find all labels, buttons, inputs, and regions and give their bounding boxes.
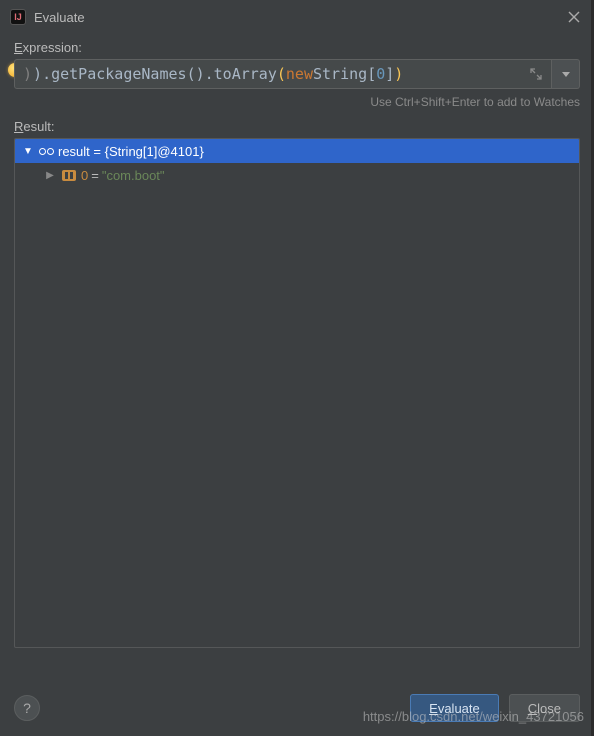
shortcut-hint: Use Ctrl+Shift+Enter to add to Watches bbox=[0, 89, 594, 119]
expand-icon[interactable] bbox=[529, 67, 543, 85]
titlebar: IJ Evaluate bbox=[0, 0, 594, 34]
result-label: Result: bbox=[0, 119, 594, 138]
help-button[interactable]: ? bbox=[14, 695, 40, 721]
chevron-down-icon bbox=[562, 72, 570, 77]
close-button[interactable]: Close bbox=[509, 694, 580, 722]
result-child-node[interactable]: ▶ 0 = "com.boot" bbox=[15, 163, 579, 187]
expression-input[interactable]: )).getPackageNames().toArray(new String[… bbox=[14, 59, 552, 89]
result-root-node[interactable]: ▼ result = {String[1]@4101} bbox=[15, 139, 579, 163]
result-panel: ▼ result = {String[1]@4101} ▶ 0 = "com.b… bbox=[14, 138, 580, 648]
evaluate-button[interactable]: Evaluate bbox=[410, 694, 499, 722]
app-icon: IJ bbox=[10, 9, 26, 25]
window-title: Evaluate bbox=[34, 10, 85, 25]
dialog-footer: ? Evaluate Close bbox=[0, 694, 594, 722]
array-element-icon bbox=[62, 170, 76, 181]
expand-arrow-icon[interactable]: ▶ bbox=[43, 170, 57, 181]
history-dropdown-button[interactable] bbox=[552, 59, 580, 89]
watch-icon bbox=[39, 148, 54, 155]
expression-label: Expression: bbox=[0, 34, 594, 59]
close-icon[interactable] bbox=[564, 7, 584, 27]
collapse-arrow-icon[interactable]: ▼ bbox=[21, 146, 35, 157]
